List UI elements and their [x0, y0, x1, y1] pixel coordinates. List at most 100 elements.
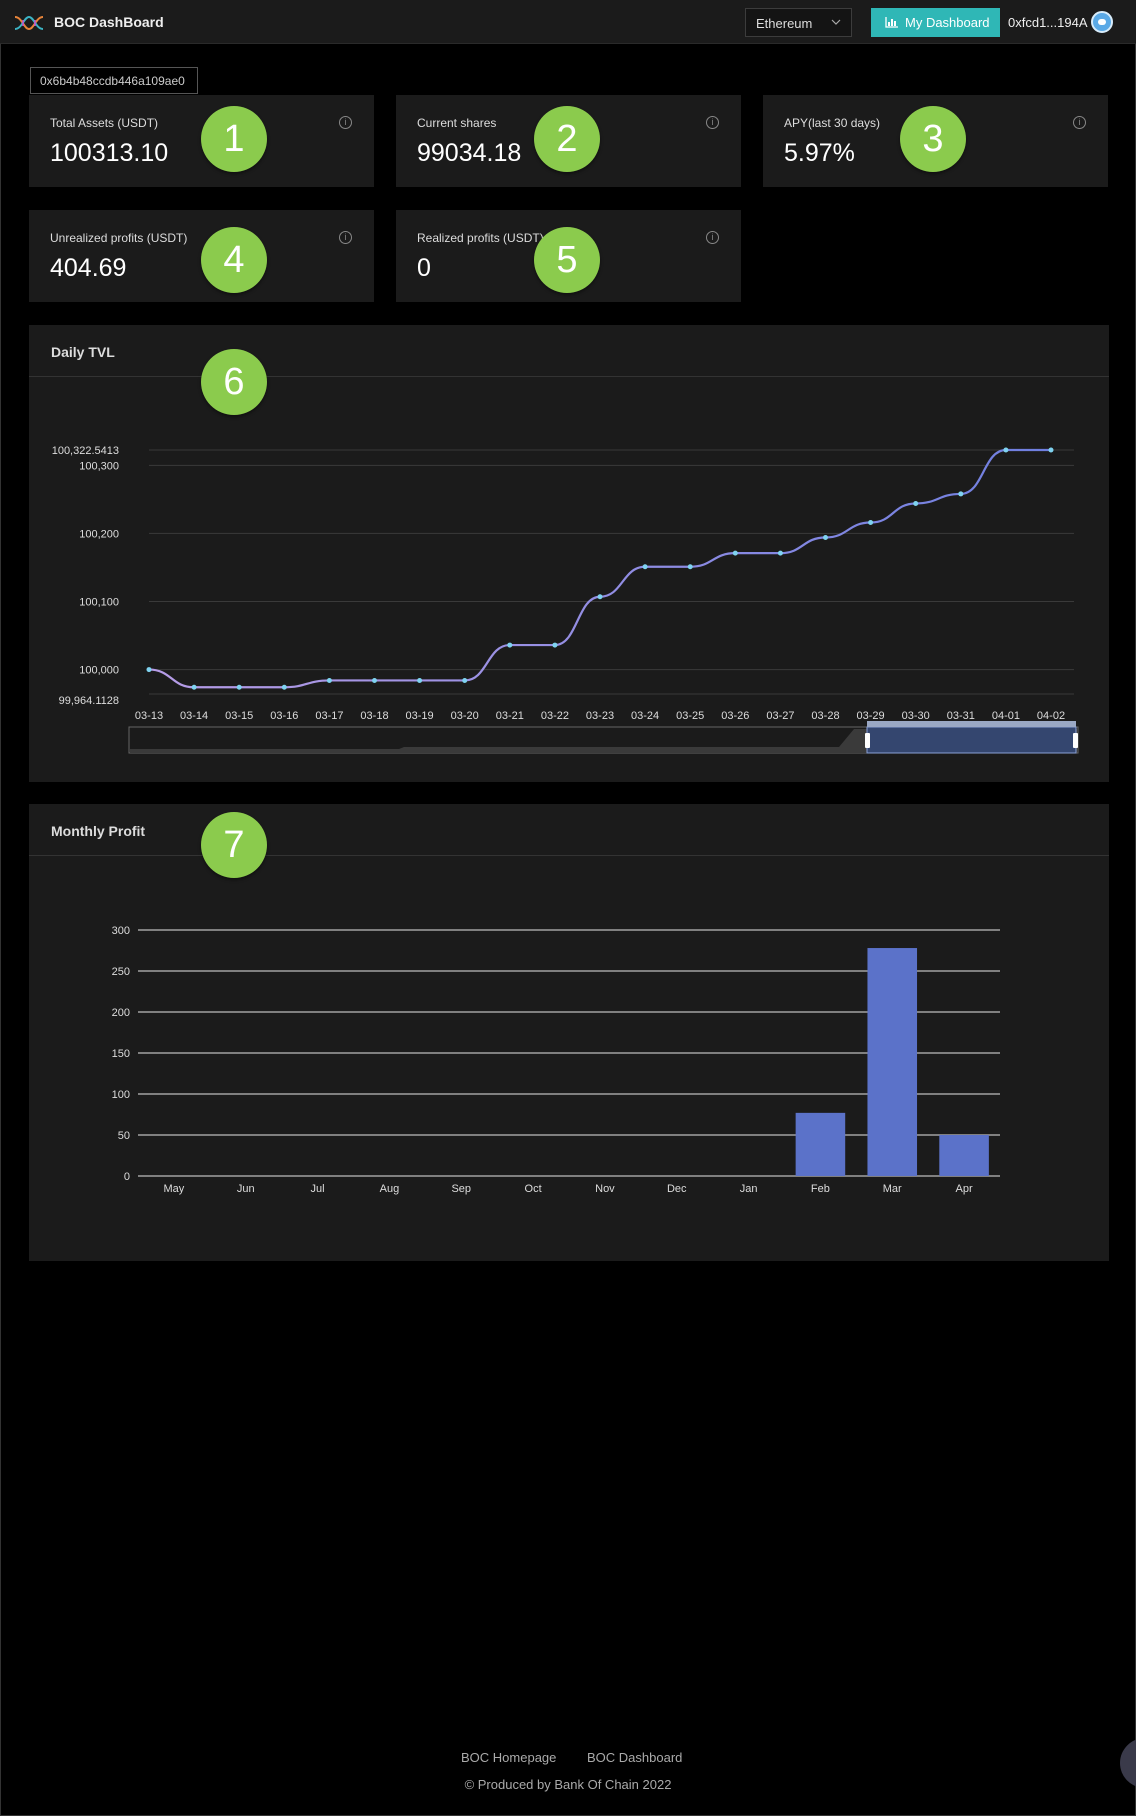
tvl-point — [868, 520, 874, 526]
y-tick-label: 200 — [112, 1007, 130, 1019]
my-dashboard-button[interactable]: My Dashboard — [871, 8, 1000, 37]
tvl-point — [417, 677, 423, 683]
chart-icon — [885, 17, 898, 28]
stat-label: APY(last 30 days) — [784, 116, 881, 130]
x-tick-label: 03-17 — [315, 710, 343, 722]
app-title: BOC DashBoard — [54, 14, 164, 30]
x-tick-label: 03-30 — [902, 710, 930, 722]
callout-badge: 3 — [900, 106, 966, 172]
x-tick-label: 03-20 — [451, 710, 479, 722]
info-icon[interactable]: i — [339, 231, 352, 244]
y-tick-label: 150 — [112, 1048, 130, 1060]
tvl-point — [777, 550, 783, 556]
network-select[interactable]: Ethereum — [745, 8, 852, 37]
callout-badge: 6 — [201, 349, 267, 415]
tvl-point — [597, 594, 603, 600]
x-tick-label: Sep — [451, 1183, 471, 1195]
top-header: BOC DashBoard Ethereum My Dashboard 0xfc… — [0, 0, 1136, 44]
stat-label: Current shares — [417, 116, 497, 130]
x-tick-label: Oct — [525, 1183, 542, 1195]
stat-label: Realized profits (USDT) — [417, 231, 544, 245]
my-dashboard-label: My Dashboard — [905, 15, 990, 30]
profit-bar — [795, 1112, 846, 1176]
profit-bar — [867, 948, 918, 1176]
stat-value: 404.69 — [50, 254, 127, 282]
x-tick-label: 03-28 — [811, 710, 839, 722]
x-tick-label: 03-14 — [180, 710, 208, 722]
y-tick-label: 100 — [112, 1089, 130, 1101]
copyright: © Produced by Bank Of Chain 2022 — [464, 1777, 672, 1792]
callout-badge: 4 — [201, 227, 267, 293]
y-tick-label: 0 — [124, 1171, 130, 1183]
tvl-point — [1048, 447, 1054, 453]
zoom-slider-selection — [866, 726, 1077, 754]
footer-link-dashboard[interactable]: BOC Dashboard — [587, 1750, 682, 1765]
tvl-point — [1003, 447, 1009, 453]
tvl-point — [507, 642, 513, 648]
x-tick-label: 03-29 — [857, 710, 885, 722]
y-tick-label: 250 — [112, 966, 130, 978]
info-icon[interactable]: i — [1073, 116, 1086, 129]
tvl-point — [146, 667, 152, 673]
x-tick-label: 03-22 — [541, 710, 569, 722]
y-axis-min-label: 99,964.1128 — [59, 695, 119, 707]
x-tick-label: 03-23 — [586, 710, 614, 722]
zoom-handle-left — [865, 733, 870, 748]
tvl-point — [958, 491, 964, 497]
info-icon[interactable]: i — [706, 231, 719, 244]
boc-logo-icon — [14, 15, 44, 31]
daily-tvl-chart: 100,322.5413 100,000 100,100 100,200 100,300… — [52, 445, 1079, 754]
x-tick-label: 03-27 — [766, 710, 794, 722]
x-tick-label: 04-02 — [1037, 710, 1065, 722]
callout-badge: 7 — [201, 812, 267, 878]
stat-label: Total Assets (USDT) — [50, 116, 159, 130]
tvl-point — [191, 684, 197, 690]
tvl-point — [236, 684, 242, 690]
tvl-point — [913, 500, 919, 506]
daily-tvl-panel: Daily TVL 100,322.5413 100,000 100,100 100,… — [29, 325, 1109, 782]
info-icon[interactable]: i — [706, 116, 719, 129]
monthly-profit-panel: Monthly Profit 0 50 100 150 200 250 300 May Jun J… — [29, 804, 1109, 1261]
x-tick-label: 03-31 — [947, 710, 975, 722]
vault-address-field[interactable]: 0x6b4b48ccdb446a109ae0 — [30, 67, 198, 94]
x-tick-label: Mar — [883, 1183, 902, 1195]
monthly-profit-chart: 0 50 100 150 200 250 300 May Jun Jul Aug Sep Oct Nov D… — [112, 925, 1000, 1195]
stat-value: 0 — [417, 254, 431, 282]
info-icon[interactable]: i — [339, 116, 352, 129]
y-tick-label: 100,300 — [79, 460, 119, 472]
stat-label: Unrealized profits (USDT) — [50, 231, 188, 245]
tvl-point — [462, 677, 468, 683]
x-tick-label: 04-01 — [992, 710, 1020, 722]
y-tick-label: 50 — [118, 1130, 130, 1142]
footer-link-homepage[interactable]: BOC Homepage — [461, 1750, 556, 1765]
avatar[interactable] — [1091, 11, 1113, 33]
x-tick-label: Jul — [311, 1183, 325, 1195]
tvl-point — [281, 684, 287, 690]
tvl-point — [326, 677, 332, 683]
x-tick-label: Feb — [811, 1183, 830, 1195]
x-tick-label: Aug — [380, 1183, 400, 1195]
y-axis-max-label: 100,322.5413 — [52, 445, 119, 457]
zoom-handle-right — [1073, 733, 1078, 748]
tvl-point — [687, 564, 693, 570]
network-select-value: Ethereum — [756, 16, 813, 31]
x-tick-label: Nov — [595, 1183, 615, 1195]
x-tick-label: Apr — [956, 1183, 973, 1195]
stat-value: 5.97% — [784, 139, 855, 167]
tvl-point — [552, 642, 558, 648]
stat-value: 100313.10 — [50, 139, 169, 167]
x-tick-label: 03-25 — [676, 710, 704, 722]
callout-badge: 1 — [201, 106, 267, 172]
y-tick-label: 100,200 — [79, 528, 119, 540]
y-tick-label: 100,100 — [79, 596, 119, 608]
wallet-address[interactable]: 0xfcd1...194A — [1008, 15, 1088, 30]
chevron-down-icon — [831, 19, 841, 25]
x-tick-label: May — [164, 1183, 185, 1195]
x-tick-label: 03-26 — [721, 710, 749, 722]
tvl-point — [372, 677, 377, 683]
zoom-slider-bar — [867, 721, 1076, 727]
y-tick-label: 100,000 — [79, 665, 119, 677]
profit-bar — [939, 1135, 989, 1176]
x-tick-label: 03-21 — [496, 710, 524, 722]
tvl-point — [823, 535, 828, 541]
